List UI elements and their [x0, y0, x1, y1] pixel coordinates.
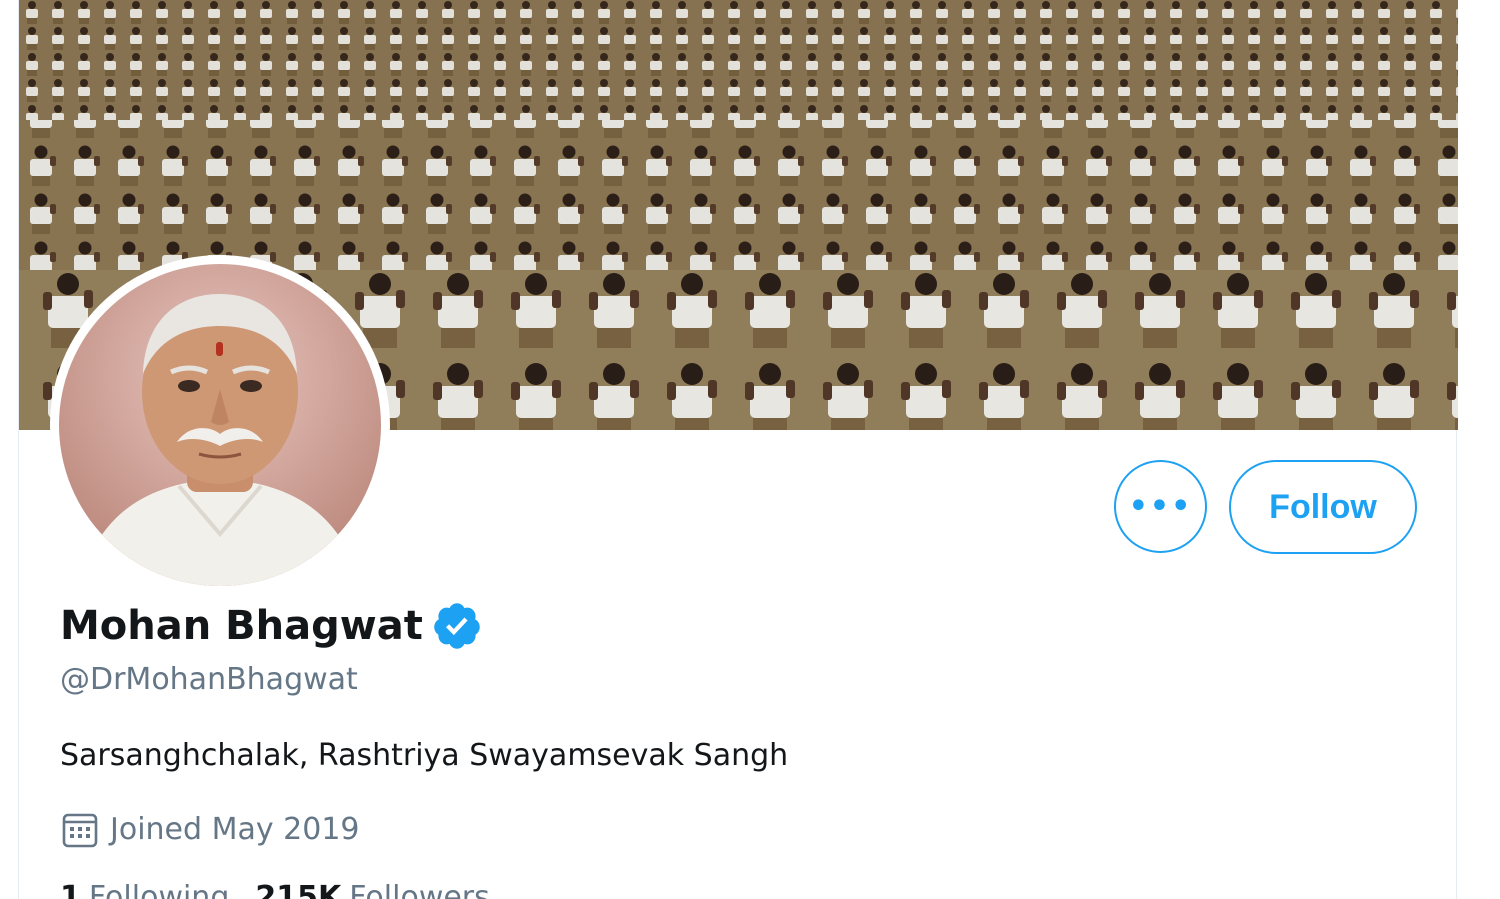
page: ••• Follow Mohan Bhagwat @DrMohanBhagwat…: [0, 0, 1500, 899]
more-options-button[interactable]: •••: [1114, 460, 1207, 553]
name-row: Mohan Bhagwat: [60, 598, 483, 654]
calendar-icon: [60, 810, 100, 850]
follow-button-label: Follow: [1269, 487, 1377, 526]
follow-button[interactable]: Follow: [1229, 460, 1417, 554]
display-name: Mohan Bhagwat: [60, 603, 423, 649]
profile-bio: Sarsanghchalak, Rashtriya Swayamsevak Sa…: [60, 738, 789, 773]
followers-stat[interactable]: 215K Followers: [255, 878, 489, 899]
following-label: Following: [88, 880, 230, 899]
followers-count: 215K: [255, 880, 342, 899]
verified-badge-icon: [431, 600, 483, 652]
following-count: 1: [60, 880, 81, 899]
stats-row: 1 Following 215K Followers: [60, 878, 516, 899]
avatar-photo: [59, 264, 381, 586]
more-icon: •••: [1128, 489, 1193, 524]
following-stat[interactable]: 1 Following: [60, 878, 229, 899]
joined-date-row: Joined May 2019: [60, 810, 360, 850]
joined-date: Joined May 2019: [110, 812, 360, 847]
followers-label: Followers: [349, 880, 490, 899]
profile-card: ••• Follow Mohan Bhagwat @DrMohanBhagwat…: [18, 0, 1458, 899]
user-handle: @DrMohanBhagwat: [60, 662, 358, 697]
avatar[interactable]: [50, 255, 390, 595]
